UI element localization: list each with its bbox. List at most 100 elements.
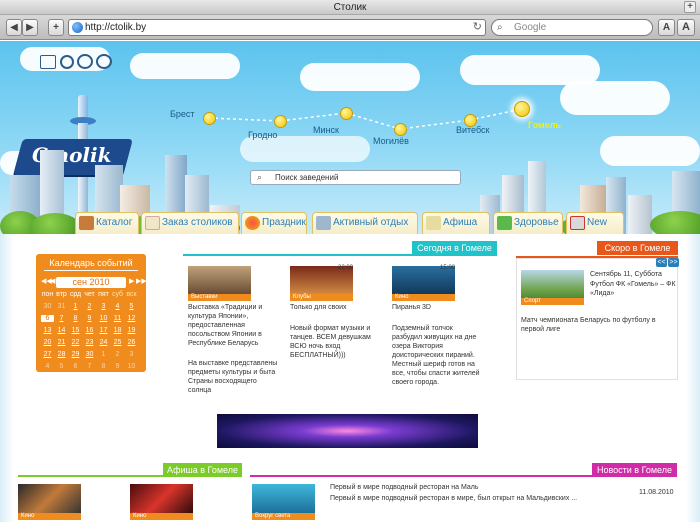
new-tab-button[interactable]: +: [684, 1, 696, 13]
address-bar[interactable]: http://ctolik.by ↻: [68, 19, 486, 36]
today-time: 22:00: [338, 265, 354, 271]
calendar-day[interactable]: 27: [41, 351, 54, 358]
today-title-link[interactable]: Выставка «Традиции и культура Японии», п…: [188, 303, 278, 348]
calendar-day[interactable]: 31: [55, 303, 68, 310]
soon-category[interactable]: Спорт: [521, 298, 584, 305]
calendar-day[interactable]: 4: [111, 303, 124, 310]
calendar-day[interactable]: 10: [97, 315, 110, 322]
afisha-category[interactable]: Кино: [130, 513, 193, 520]
reload-icon[interactable]: ↻: [473, 20, 482, 35]
weekday-label: втр: [56, 291, 67, 298]
city-label-mogilev[interactable]: Могилёв: [373, 136, 409, 146]
browser-search-field[interactable]: ⌕ Google: [491, 19, 653, 36]
today-category[interactable]: Кино: [392, 294, 455, 301]
calendar-day[interactable]: 9: [111, 363, 124, 370]
calendar-day[interactable]: 4: [41, 363, 54, 370]
calendar-day[interactable]: 13: [41, 327, 54, 334]
calendar-day[interactable]: 11: [111, 315, 124, 322]
today-category[interactable]: Клубы: [290, 294, 353, 301]
city-marker-grodno[interactable]: [274, 115, 287, 128]
font-larger-button[interactable]: A: [677, 19, 695, 36]
globe-icon: [72, 22, 83, 33]
calendar-day[interactable]: 12: [125, 315, 138, 322]
afisha-image[interactable]: [18, 484, 81, 514]
tab-holiday[interactable]: Праздник: [241, 212, 307, 234]
calendar-prev-month[interactable]: ◀: [50, 277, 55, 285]
calendar-day[interactable]: 30: [83, 351, 96, 358]
calendar-day[interactable]: 3: [125, 351, 138, 358]
calendar-day[interactable]: 26: [125, 339, 138, 346]
city-marker-minsk[interactable]: [340, 107, 353, 120]
font-smaller-button[interactable]: A: [658, 19, 675, 36]
city-marker-brest[interactable]: [203, 112, 216, 125]
calendar-day[interactable]: 6: [69, 363, 82, 370]
calendar-day[interactable]: 5: [55, 363, 68, 370]
calendar-day[interactable]: 19: [125, 327, 138, 334]
calendar-day[interactable]: 16: [83, 327, 96, 334]
calendar-day[interactable]: 6: [41, 315, 54, 322]
calendar-day[interactable]: 2: [83, 303, 96, 310]
tab-label: Каталог: [96, 217, 133, 228]
tab-table-booking[interactable]: Заказ столиков: [141, 212, 239, 234]
calendar-day[interactable]: 8: [97, 363, 110, 370]
tab-new[interactable]: New: [566, 212, 624, 234]
afisha-category[interactable]: Кино: [18, 513, 81, 520]
tab-afisha[interactable]: Афиша: [422, 212, 490, 234]
calendar-day[interactable]: 5: [125, 303, 138, 310]
calendar-day[interactable]: 22: [69, 339, 82, 346]
calendar-day[interactable]: 2: [111, 351, 124, 358]
calendar-day[interactable]: 8: [69, 315, 82, 322]
divider: [44, 270, 138, 271]
tab-catalog[interactable]: Каталог: [75, 212, 139, 234]
calendar-day[interactable]: 7: [55, 315, 68, 322]
calendar-day[interactable]: 29: [69, 351, 82, 358]
calendar-title: Календарь событий: [49, 258, 133, 268]
calendar-day[interactable]: 15: [69, 327, 82, 334]
today-category[interactable]: Выставки: [188, 294, 251, 301]
soon-title-link[interactable]: Футбол ФК «Гомель» – ФК «Лида»: [590, 280, 680, 298]
today-title-link[interactable]: Пиранья 3D: [392, 303, 482, 312]
calendar-day[interactable]: 1: [69, 303, 82, 310]
news-title-link[interactable]: Первый в мире подводный ресторан на Маль: [330, 483, 630, 492]
calendar-day[interactable]: 20: [41, 339, 54, 346]
calendar-day[interactable]: 25: [111, 339, 124, 346]
calendar-day[interactable]: 10: [125, 363, 138, 370]
afisha-image[interactable]: [130, 484, 193, 514]
calendar-next-year[interactable]: ▶▶: [136, 277, 147, 285]
soon-next-button[interactable]: >>: [668, 258, 679, 267]
back-button[interactable]: ◀: [6, 19, 22, 36]
calendar-day[interactable]: 17: [97, 327, 110, 334]
city-label-minsk[interactable]: Минск: [313, 125, 339, 135]
news-heading: Новости в Гомеле: [592, 463, 677, 477]
forward-button[interactable]: ▶: [22, 19, 38, 36]
tab-active-leisure[interactable]: Активный отдых: [312, 212, 418, 234]
calendar-day[interactable]: 9: [83, 315, 96, 322]
soon-prev-button[interactable]: <<: [656, 258, 667, 267]
calendar-day[interactable]: 21: [55, 339, 68, 346]
calendar-day[interactable]: 1: [97, 351, 110, 358]
news-image[interactable]: [252, 484, 315, 514]
city-label-gomel[interactable]: Гомель: [528, 120, 561, 130]
calendar-day[interactable]: 28: [55, 351, 68, 358]
today-text: Подземный толчок разбудил живущих на дне…: [392, 325, 480, 386]
calendar-day[interactable]: 24: [97, 339, 110, 346]
calendar-day[interactable]: 23: [83, 339, 96, 346]
calendar-day[interactable]: 7: [83, 363, 96, 370]
city-label-vitebsk[interactable]: Витебск: [456, 125, 489, 135]
city-label-grodno[interactable]: Гродно: [248, 130, 277, 140]
today-title-link[interactable]: Только для своих: [290, 303, 380, 312]
city-marker-mogilev[interactable]: [394, 123, 407, 136]
tab-health[interactable]: Здоровье: [493, 212, 563, 234]
ad-banner[interactable]: [217, 414, 478, 448]
city-marker-gomel[interactable]: [514, 101, 530, 117]
calendar-day[interactable]: 30: [41, 303, 54, 310]
calendar-day[interactable]: 14: [55, 327, 68, 334]
calendar-next-month[interactable]: ▶: [129, 277, 134, 285]
calendar-day[interactable]: 3: [97, 303, 110, 310]
city-label-brest[interactable]: Брест: [170, 109, 195, 119]
calendar-day[interactable]: 18: [111, 327, 124, 334]
news-category[interactable]: Вокруг света: [252, 513, 315, 520]
add-bookmark-button[interactable]: +: [48, 19, 64, 36]
venue-search-input[interactable]: ⌕ Поиск заведений: [250, 170, 461, 185]
tab-label: Афиша: [443, 217, 478, 228]
